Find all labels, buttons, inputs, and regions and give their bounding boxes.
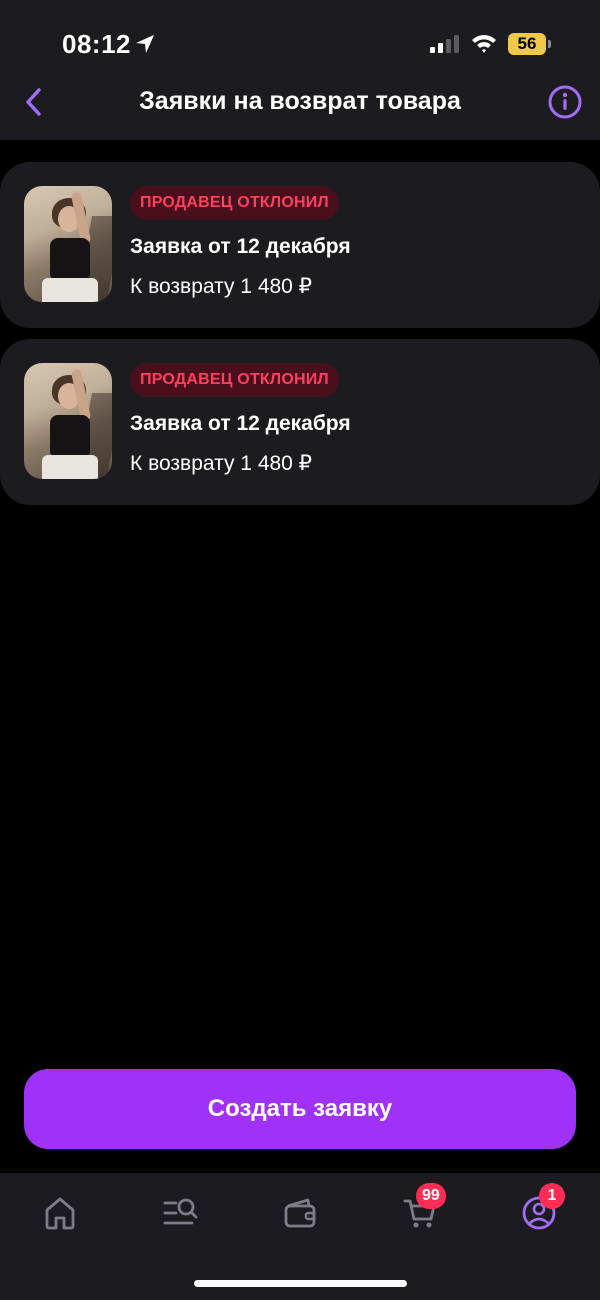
- header-edge-shadow: [0, 140, 600, 154]
- tab-profile[interactable]: 1: [515, 1183, 565, 1235]
- refund-amount: К возврату 1 480 ₽: [130, 275, 313, 298]
- status-badge: ПРОДАВЕЦ ОТКЛОНИЛ: [130, 363, 339, 397]
- wallet-icon: [284, 1198, 316, 1228]
- home-indicator: [194, 1280, 407, 1287]
- home-icon: [45, 1197, 75, 1230]
- battery-tip: [548, 40, 551, 48]
- product-thumbnail: [24, 363, 112, 479]
- header-edge: [0, 126, 600, 154]
- tab-cart[interactable]: 99: [396, 1183, 446, 1235]
- cellular-signal-icon: [430, 35, 459, 53]
- create-request-button[interactable]: Создать заявку: [24, 1069, 576, 1149]
- catalog-search-icon: [163, 1198, 198, 1225]
- profile-badge: 1: [539, 1183, 565, 1209]
- cart-badge: 99: [416, 1183, 446, 1209]
- nav-header: Заявки на возврат товара: [0, 78, 600, 126]
- battery-level: 56: [508, 33, 546, 55]
- location-arrow-icon: [136, 35, 154, 53]
- refund-amount: К возврату 1 480 ₽: [130, 452, 313, 475]
- request-title: Заявка от 12 декабря: [130, 412, 351, 435]
- info-icon: [548, 85, 582, 119]
- status-badge: ПРОДАВЕЦ ОТКЛОНИЛ: [130, 186, 339, 220]
- product-thumbnail: [24, 186, 112, 302]
- tab-wallet[interactable]: [276, 1191, 324, 1235]
- tab-home[interactable]: [36, 1191, 84, 1235]
- return-request-card[interactable]: ПРОДАВЕЦ ОТКЛОНИЛ Заявка от 12 декабря К…: [0, 162, 600, 328]
- info-button[interactable]: [547, 84, 583, 120]
- request-title: Заявка от 12 декабря: [130, 235, 351, 258]
- return-request-card[interactable]: ПРОДАВЕЦ ОТКЛОНИЛ Заявка от 12 декабря К…: [0, 339, 600, 505]
- tab-catalog[interactable]: [156, 1191, 204, 1235]
- wifi-icon: [472, 35, 496, 53]
- status-bar: 08:12 56: [0, 0, 600, 78]
- page-title: Заявки на возврат товара: [139, 87, 461, 115]
- battery-icon: 56: [508, 33, 552, 55]
- status-time: 08:12: [62, 29, 131, 59]
